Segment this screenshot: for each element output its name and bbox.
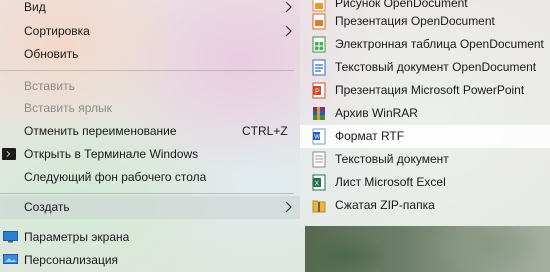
text-document-icon bbox=[312, 151, 326, 168]
menu-item-open-terminal[interactable]: Открыть в Терминале Windows bbox=[0, 143, 300, 166]
context-menu: Вид Сортировка Обновить Вставить Вставит… bbox=[0, 0, 300, 226]
submenu-item-label: Архив WinRAR bbox=[335, 106, 418, 120]
submenu-item-label: Рисунок OpenDocument bbox=[335, 0, 468, 10]
desktop-wallpaper bbox=[305, 226, 550, 272]
menu-item-paste[interactable]: Вставить bbox=[0, 75, 300, 98]
rtf-document-icon: W bbox=[312, 128, 326, 145]
menu-item-label: Открыть в Терминале Windows bbox=[24, 147, 199, 161]
odp-presentation-icon bbox=[312, 13, 326, 30]
menu-item-label: Параметры экрана bbox=[24, 230, 130, 244]
terminal-icon bbox=[2, 148, 16, 160]
submenu-item-winrar[interactable]: Архив WinRAR bbox=[300, 102, 550, 125]
lower-menu: Параметры экрана Персонализация bbox=[0, 226, 300, 272]
winrar-icon bbox=[313, 107, 325, 120]
menu-item-label: Отменить переименование bbox=[24, 124, 177, 138]
odt-text-icon bbox=[312, 59, 326, 76]
submenu-item-odp[interactable]: Презентация OpenDocument bbox=[300, 10, 550, 33]
menu-item-label: Создать bbox=[24, 200, 70, 214]
menu-item-view[interactable]: Вид bbox=[0, 0, 300, 19]
chevron-right-icon bbox=[285, 1, 292, 13]
pptx-icon: P bbox=[312, 82, 326, 99]
menu-separator bbox=[0, 70, 294, 71]
svg-text:P: P bbox=[315, 89, 320, 96]
submenu-item-txt[interactable]: Текстовый документ bbox=[300, 148, 550, 171]
submenu-item-label: Текстовый документ bbox=[335, 152, 449, 166]
submenu-item-label: Презентация Microsoft PowerPoint bbox=[335, 83, 525, 97]
menu-item-label: Вставить bbox=[24, 79, 75, 93]
svg-text:W: W bbox=[314, 135, 320, 141]
excel-icon: X bbox=[312, 174, 326, 191]
shortcut-label: CTRL+Z bbox=[242, 124, 288, 138]
menu-item-undo-rename[interactable]: Отменить переименование CTRL+Z bbox=[0, 120, 300, 143]
menu-item-label: Следующий фон рабочего стола bbox=[24, 170, 207, 184]
menu-item-label: Вставить ярлык bbox=[24, 101, 112, 115]
svg-text:X: X bbox=[315, 181, 320, 188]
menu-item-label: Персонализация bbox=[24, 253, 119, 267]
menu-item-paste-shortcut[interactable]: Вставить ярлык bbox=[0, 97, 300, 120]
submenu-item-label: Электронная таблица OpenDocument bbox=[335, 37, 544, 51]
ods-spreadsheet-icon bbox=[312, 36, 326, 53]
menu-item-new[interactable]: Создать bbox=[0, 196, 300, 219]
submenu-item-label: Сжатая ZIP-папка bbox=[335, 198, 435, 212]
chevron-right-icon bbox=[285, 25, 292, 37]
menu-item-next-wallpaper[interactable]: Следующий фон рабочего стола bbox=[0, 166, 300, 189]
zip-folder-icon bbox=[312, 200, 326, 213]
submenu-item-odt[interactable]: Текстовый документ OpenDocument bbox=[300, 56, 550, 79]
menu-item-display-settings[interactable]: Параметры экрана bbox=[0, 226, 300, 249]
submenu-item-label: Текстовый документ OpenDocument bbox=[335, 60, 537, 74]
menu-item-label: Сортировка bbox=[24, 24, 90, 38]
personalization-icon bbox=[3, 254, 18, 264]
menu-item-refresh[interactable]: Обновить bbox=[0, 43, 300, 66]
submenu-item-ods[interactable]: Электронная таблица OpenDocument bbox=[300, 33, 550, 56]
display-settings-icon bbox=[3, 231, 18, 243]
menu-item-sort[interactable]: Сортировка bbox=[0, 20, 300, 43]
menu-item-personalization[interactable]: Персонализация bbox=[0, 249, 300, 272]
submenu-item-label: Формат RTF bbox=[335, 129, 405, 143]
menu-item-label: Обновить bbox=[24, 47, 79, 61]
menu-separator bbox=[0, 193, 294, 194]
submenu-item-label: Лист Microsoft Excel bbox=[335, 175, 446, 189]
submenu-item-xlsx[interactable]: X Лист Microsoft Excel bbox=[300, 171, 550, 194]
menu-item-label: Вид bbox=[24, 0, 46, 14]
chevron-right-icon bbox=[285, 201, 292, 213]
submenu-item-rtf[interactable]: W Формат RTF bbox=[300, 125, 550, 148]
submenu-item-label: Презентация OpenDocument bbox=[335, 14, 495, 28]
submenu-item-pptx[interactable]: P Презентация Microsoft PowerPoint bbox=[300, 79, 550, 102]
submenu-item-zip[interactable]: Сжатая ZIP-папка bbox=[300, 194, 550, 217]
